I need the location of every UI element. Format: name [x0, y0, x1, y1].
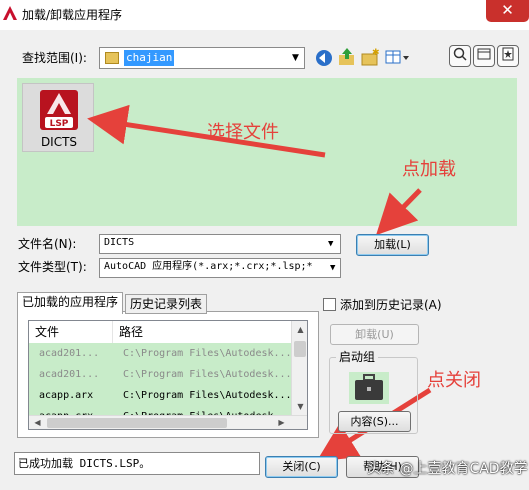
back-icon[interactable]: [314, 48, 334, 68]
row-file: acad201...: [39, 369, 100, 380]
row-file: acapp.arx: [39, 390, 94, 401]
up-folder-icon[interactable]: [337, 47, 357, 67]
unload-button[interactable]: 卸载(U): [330, 324, 419, 345]
table-row[interactable]: acapp.crx C:\Program Files\Autodesk...: [29, 406, 291, 415]
add-to-history-checkbox[interactable]: [323, 298, 336, 311]
scroll-down-icon[interactable]: ▼: [292, 398, 307, 415]
startup-group-label: 启动组: [336, 350, 379, 364]
views-menu-icon[interactable]: [384, 47, 412, 67]
lookin-combo[interactable]: chajian ▼: [99, 47, 305, 69]
favorites-icon[interactable]: [497, 45, 519, 67]
scroll-left-icon[interactable]: ◀: [29, 415, 46, 429]
file-item[interactable]: LSP DICTS: [22, 83, 94, 152]
row-file: acapp.crx: [39, 406, 93, 415]
folder-icon: [105, 52, 119, 64]
status-message: 已成功加载 DICTS.LSP。: [14, 452, 260, 475]
filetype-select[interactable]: AutoCAD 应用程序(*.arx;*.crx;*.lsp;* ▼: [99, 258, 341, 278]
close-button[interactable]: 关闭(C): [265, 456, 338, 478]
annotation-click-load: 点加载: [402, 159, 456, 180]
row-file: acad201...: [39, 348, 100, 359]
window-title: 加载/卸载应用程序: [22, 8, 123, 22]
window-close-button[interactable]: ✕: [486, 0, 529, 22]
table-row[interactable]: acad201... C:\Program Files\Autodesk...: [29, 343, 292, 364]
file-browser-pane[interactable]: LSP DICTS: [17, 78, 517, 226]
row-path: C:\Program Files\Autodesk...: [123, 348, 292, 359]
row-path: C:\Program Files\Autodesk...: [123, 406, 291, 415]
filename-value: DICTS: [104, 237, 135, 248]
lsp-file-icon: LSP: [40, 90, 78, 130]
scroll-thumb[interactable]: [47, 418, 227, 428]
add-to-history-label: 添加到历史记录(A): [340, 298, 442, 312]
file-name: DICTS: [40, 135, 78, 149]
column-header-path[interactable]: 路径: [113, 321, 293, 343]
lsp-badge-text: LSP: [50, 119, 69, 129]
row-path: C:\Program Files\Autodesk...: [123, 369, 292, 380]
filename-input[interactable]: DICTS ▼: [99, 234, 341, 254]
tab-loaded-apps[interactable]: 已加载的应用程序: [17, 292, 124, 314]
scroll-thumb[interactable]: [294, 341, 306, 357]
chevron-down-icon: ▼: [328, 260, 336, 276]
autocad-app-icon: [3, 6, 17, 20]
tab-history-list[interactable]: 历史记录列表: [125, 294, 208, 314]
title-bar: 加载/卸载应用程序 ✕: [0, 0, 529, 30]
filetype-label: 文件类型(T):: [18, 260, 87, 274]
contents-button[interactable]: 内容(S)...: [338, 411, 411, 432]
chevron-down-icon: ▼: [292, 53, 299, 63]
lookin-value: chajian: [124, 50, 175, 66]
loaded-apps-list[interactable]: 文件 路径 acad201... C:\Program Files\Autode…: [28, 320, 308, 430]
vertical-scrollbar[interactable]: ▲ ▼: [291, 321, 307, 415]
new-folder-icon[interactable]: ✱: [360, 47, 380, 67]
briefcase-icon: [349, 372, 389, 404]
column-header-file[interactable]: 文件: [29, 321, 113, 343]
filetype-value: AutoCAD 应用程序(*.arx;*.crx;*.lsp;*: [104, 261, 313, 272]
annotation-click-close: 点关闭: [427, 370, 481, 391]
chevron-down-icon: ▼: [328, 239, 334, 249]
annotation-select-file: 选择文件: [207, 122, 279, 143]
scroll-right-icon[interactable]: ▶: [273, 415, 290, 429]
horizontal-scrollbar[interactable]: ◀ ▶: [29, 415, 307, 429]
lookin-label: 查找范围(I):: [22, 51, 87, 65]
find-icon[interactable]: [449, 45, 471, 67]
svg-text:✱: ✱: [372, 48, 380, 58]
filename-label: 文件名(N):: [18, 237, 77, 251]
load-button[interactable]: 加载(L): [356, 234, 429, 256]
loaded-apps-panel: 文件 路径 acad201... C:\Program Files\Autode…: [17, 311, 319, 438]
table-row[interactable]: acad201... C:\Program Files\Autodesk...: [29, 364, 292, 385]
watermark: 头条 @上壹教育CAD教学: [367, 461, 528, 477]
table-row[interactable]: acapp.arx C:\Program Files\Autodesk...: [29, 385, 292, 406]
tools-icon[interactable]: [473, 45, 495, 67]
scroll-up-icon[interactable]: ▲: [292, 321, 307, 338]
row-path: C:\Program Files\Autodesk...: [123, 390, 292, 401]
